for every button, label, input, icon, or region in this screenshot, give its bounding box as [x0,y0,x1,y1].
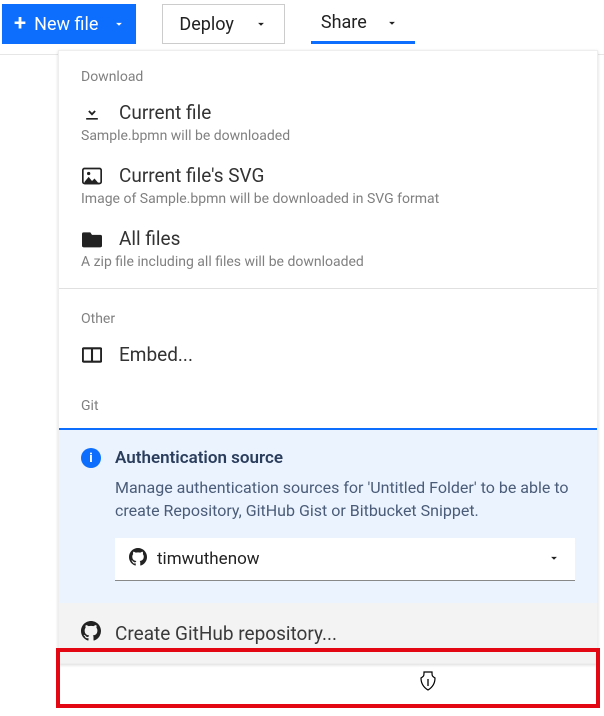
new-file-button[interactable]: + New file [2,4,136,44]
chevron-down-icon [385,16,399,30]
embed-icon [81,347,103,363]
share-dropdown-panel: Download Current file Sample.bpmn will b… [58,50,598,664]
chevron-down-icon [547,550,561,569]
auth-description: Manage authentication sources for 'Untit… [115,476,575,522]
new-file-label: New file [34,14,98,35]
item-title: All files [119,227,180,250]
cursor-icon [418,670,438,698]
item-title: Current file's SVG [119,164,264,187]
item-subtitle: Sample.bpmn will be downloaded [81,128,575,144]
download-icon [81,103,103,123]
auth-source-box: i Authentication source Manage authentic… [59,430,597,603]
share-button[interactable]: Share [311,4,415,44]
item-title: Create GitHub repository... [115,622,337,645]
github-icon [129,548,147,570]
download-current-svg[interactable]: Current file's SVG Image of Sample.bpmn … [59,158,597,221]
plus-icon: + [14,13,26,35]
divider [59,288,597,289]
section-label-other: Other [59,293,597,337]
top-toolbar: + New file Deploy Share [0,0,604,50]
deploy-button[interactable]: Deploy [162,4,285,44]
chevron-down-icon [112,17,126,31]
download-current-file[interactable]: Current file Sample.bpmn will be downloa… [59,95,597,158]
image-icon [81,167,103,185]
chevron-down-icon [254,17,268,31]
item-subtitle: Image of Sample.bpmn will be downloaded … [81,191,575,207]
section-label-download: Download [59,51,597,95]
auth-title: Authentication source [115,448,283,468]
github-icon [81,621,101,645]
auth-source-select[interactable]: timwuthenow [115,538,575,581]
item-title: Embed... [119,343,193,366]
folder-icon [81,230,103,248]
share-label: Share [321,12,367,33]
auth-selected-value: timwuthenow [157,549,537,569]
item-title: Current file [119,101,211,124]
item-subtitle: A zip file including all files will be d… [81,254,575,270]
create-github-repo[interactable]: Create GitHub repository... [59,603,597,663]
section-label-git: Git [59,380,597,428]
embed-item[interactable]: Embed... [59,337,597,380]
download-all-files[interactable]: All files A zip file including all files… [59,221,597,284]
deploy-label: Deploy [179,14,234,35]
info-icon: i [81,448,101,468]
